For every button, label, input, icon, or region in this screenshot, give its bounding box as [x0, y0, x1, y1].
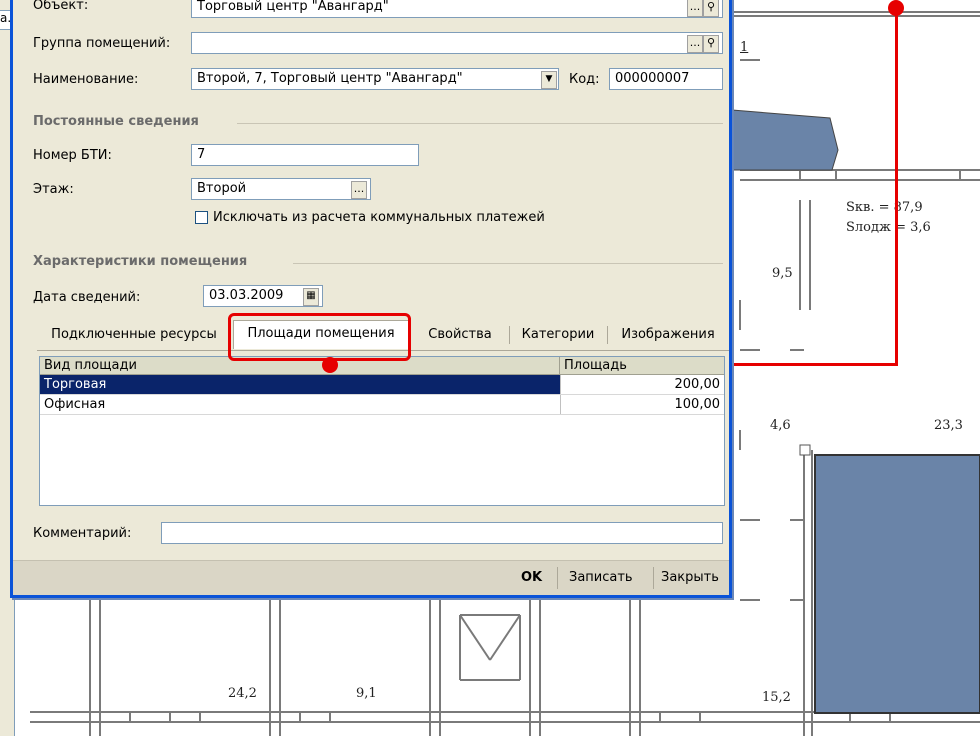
annotation-dot-bottom [322, 357, 338, 373]
room-group-field[interactable] [191, 32, 723, 54]
cell-area-type[interactable]: Офисная [40, 395, 560, 414]
name-label: Наименование: [33, 72, 139, 87]
bti-number-field[interactable]: 7 [191, 144, 419, 166]
code-label: Код: [569, 72, 600, 87]
annotation-dot-top [888, 0, 904, 16]
room-group-select-button[interactable]: ... [687, 35, 703, 53]
plan-label-fragment: 1 [740, 40, 749, 55]
save-button[interactable]: Записать [569, 569, 633, 587]
plan-room-filled [814, 454, 980, 714]
plan-label-s-main: Sкв. = 87,9 [846, 200, 923, 215]
room-group-search-icon[interactable]: ⚲ [703, 35, 719, 53]
column-header-area[interactable]: Площадь [560, 357, 724, 375]
annotation-line-vertical [895, 8, 898, 366]
bti-number-label: Номер БТИ: [33, 148, 112, 163]
plan-label-room-3: 23,3 [934, 418, 963, 433]
object-select-button[interactable]: ... [687, 0, 703, 17]
cell-area[interactable]: 200,00 [560, 375, 724, 394]
section-characteristics-title: Характеристики помещения [33, 254, 248, 269]
exclude-checkbox[interactable] [195, 211, 208, 224]
object-field[interactable]: Торговый центр "Авангард" [191, 0, 723, 18]
section-permanent-divider [237, 123, 723, 124]
footer-divider [653, 567, 654, 589]
plan-label-room-6: 15,2 [762, 690, 791, 705]
object-label: Объект: [33, 0, 89, 13]
name-dropdown-button[interactable]: ▼ [541, 71, 557, 89]
floor-label: Этаж: [33, 182, 74, 197]
footer-divider [557, 567, 558, 589]
areas-table[interactable]: Вид площади Площадь Торговая 200,00 Офис… [39, 356, 725, 506]
close-button[interactable]: Закрыть [661, 569, 719, 587]
section-permanent-title: Постоянные сведения [33, 114, 199, 129]
dialog-footer: OK Записать Закрыть [13, 560, 729, 595]
info-date-label: Дата сведений: [33, 290, 141, 305]
ok-button[interactable]: OK [521, 569, 542, 587]
tab-images[interactable]: Изображения [609, 322, 727, 348]
tab-connected-resources[interactable]: Подключенные ресурсы [37, 322, 231, 348]
cell-area-type[interactable]: Торговая [40, 375, 560, 394]
cell-area[interactable]: 100,00 [560, 395, 724, 414]
plan-label-room-5: 9,1 [356, 686, 377, 701]
comment-label: Комментарий: [33, 526, 132, 541]
name-field[interactable]: Второй, 7, Торговый центр "Авангард" [191, 68, 559, 90]
code-field[interactable]: 000000007 [609, 68, 723, 90]
plan-label-room-2: 4,6 [770, 418, 791, 433]
tab-divider [607, 326, 608, 344]
floor-field[interactable]: Второй [191, 178, 371, 200]
room-group-label: Группа помещений: [33, 36, 171, 51]
comment-field[interactable] [161, 522, 723, 544]
tab-divider [509, 326, 510, 344]
tab-categories[interactable]: Категории [511, 322, 605, 348]
exclude-checkbox-label[interactable]: Исключать из расчета коммунальных платеж… [213, 210, 545, 225]
plan-label-s-lodge: Sлодж = 3,6 [846, 220, 931, 235]
annotation-highlight [228, 313, 411, 361]
plan-marker [799, 444, 811, 456]
calendar-icon[interactable]: ▦ [303, 288, 319, 306]
plan-shape-top [731, 109, 839, 171]
plan-label-room-4: 24,2 [228, 686, 257, 701]
tab-properties[interactable]: Свойства [413, 322, 507, 348]
room-dialog: Объект: Торговый центр "Авангард" ... ⚲ … [10, 0, 732, 598]
plan-label-room-1: 9,5 [772, 266, 793, 281]
section-characteristics-divider [293, 263, 723, 264]
floor-select-button[interactable]: ... [351, 181, 367, 199]
object-search-icon[interactable]: ⚲ [703, 0, 719, 17]
table-row[interactable]: Офисная 100,00 [40, 395, 724, 415]
table-row[interactable]: Торговая 200,00 [40, 375, 724, 395]
